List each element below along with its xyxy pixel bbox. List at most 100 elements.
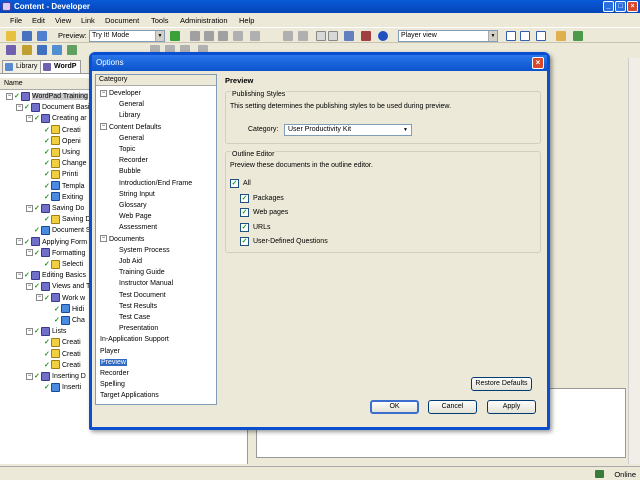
expand-icon[interactable] [316, 31, 326, 41]
layout-1-icon[interactable] [506, 31, 516, 41]
outline-tree-item[interactable]: ✓ Printi [36, 169, 78, 180]
menu-document[interactable]: Document [105, 16, 139, 25]
category-item[interactable]: Target Applications [100, 390, 159, 401]
outline-tree-item[interactable]: ✓ Creati [36, 360, 81, 371]
category-item[interactable]: System Process [119, 245, 170, 256]
outline-tree-item[interactable]: − ✓ Work w [36, 293, 85, 304]
category-item[interactable]: Presentation [119, 323, 158, 334]
outline-tree-item[interactable]: ✓ Templa [36, 181, 85, 192]
collapse-icon[interactable]: − [100, 123, 107, 131]
menu-help[interactable]: Help [239, 16, 254, 25]
category-item[interactable]: Spelling [100, 379, 125, 390]
category-item[interactable]: − Documents [100, 234, 144, 245]
category-item[interactable]: Training Guide [119, 267, 165, 278]
category-item[interactable]: Topic [119, 144, 135, 155]
outline-tree-item[interactable]: − ✓ Inserting D [26, 371, 86, 382]
restore-defaults-button[interactable]: Restore Defaults [471, 377, 532, 391]
outline-tree-item[interactable]: − ✓ Views and T [26, 281, 90, 292]
collapse-icon[interactable]: − [36, 294, 43, 302]
collapse-icon[interactable] [328, 31, 338, 41]
collapse-icon[interactable]: − [26, 249, 33, 257]
new-module-icon[interactable] [6, 45, 16, 55]
outline-tree-item[interactable]: ✓ Creati [36, 337, 81, 348]
delete-icon[interactable] [233, 31, 243, 41]
spelling-icon[interactable] [361, 31, 371, 41]
layout-2-icon[interactable] [520, 31, 530, 41]
new-section-icon[interactable] [22, 45, 32, 55]
category-item[interactable]: Assessment [119, 222, 157, 233]
collapse-icon[interactable]: − [16, 271, 23, 279]
outline-tree-item[interactable]: ✓ Creati [36, 349, 81, 360]
editor-scrollbar[interactable] [628, 58, 640, 464]
preview-mode-combo[interactable]: Try It! Mode ▼ [89, 30, 165, 42]
web-pages-checkbox[interactable]: ✓ [240, 208, 249, 217]
collapse-icon[interactable]: − [26, 327, 33, 335]
properties-icon[interactable] [250, 31, 260, 41]
save-icon[interactable] [22, 31, 32, 41]
category-item[interactable]: Recorder [119, 155, 148, 166]
view-mode-combo[interactable]: Player view ▼ [398, 30, 498, 42]
open-icon[interactable] [6, 31, 16, 41]
outline-tree-item[interactable]: − ✓ Applying Form [16, 237, 87, 248]
dialog-close-button[interactable]: × [532, 57, 544, 69]
collapse-icon[interactable]: − [26, 204, 33, 212]
outline-tree-item[interactable]: ✓ Selecti [36, 259, 83, 270]
category-item[interactable]: − Content Defaults [100, 122, 161, 133]
menu-administration[interactable]: Administration [180, 16, 228, 25]
outline-tree-item[interactable]: ✓ Exiting [36, 192, 83, 203]
outline-tree-item[interactable]: − ✓ Editing Basics [16, 270, 86, 281]
urls-checkbox[interactable]: ✓ [240, 223, 249, 232]
collapse-icon[interactable]: − [100, 235, 107, 243]
category-item[interactable]: Player [100, 346, 120, 357]
category-item[interactable]: Library [119, 110, 140, 121]
menu-link[interactable]: Link [81, 16, 95, 25]
outline-tree-item[interactable]: − ✓ Saving Do [26, 203, 84, 214]
record-icon[interactable] [67, 45, 77, 55]
category-item[interactable]: Web Page [119, 211, 152, 222]
find-icon[interactable] [344, 31, 354, 41]
collapse-icon[interactable]: − [26, 115, 33, 123]
outline-tree-item[interactable]: − ✓ WordPad Training [6, 91, 88, 102]
ok-button[interactable]: OK [370, 400, 419, 414]
outline-tree-item[interactable]: − ✓ Document Basi [16, 102, 89, 113]
outline-tree-item[interactable]: ✓ Openi [36, 136, 81, 147]
outline-tree-item[interactable]: − ✓ Creating ar [26, 113, 87, 124]
category-item[interactable]: General [119, 99, 144, 110]
category-item[interactable]: Recorder [100, 368, 129, 379]
category-item[interactable]: General [119, 133, 144, 144]
outline-tree-item[interactable]: ✓ Hidi [46, 304, 84, 315]
category-select[interactable]: User Productivity Kit ▼ [284, 124, 412, 136]
help-icon[interactable] [378, 31, 388, 41]
close-button[interactable]: × [627, 1, 638, 12]
category-item[interactable]: String Input [119, 189, 155, 200]
outline-tree-item[interactable]: ✓ Inserti [36, 382, 81, 393]
category-item[interactable]: Instructor Manual [119, 278, 173, 289]
packages-checkbox[interactable]: ✓ [240, 194, 249, 203]
apply-button[interactable]: Apply [487, 400, 536, 414]
outline-tree-item[interactable]: − ✓ Lists [26, 326, 66, 337]
cancel-button[interactable]: Cancel [428, 400, 477, 414]
tab-wordpad[interactable]: WordP [40, 60, 82, 73]
collapse-icon[interactable]: − [26, 372, 33, 380]
outline-tree-item[interactable]: ✓ Cha [46, 315, 85, 326]
publish-icon[interactable] [556, 31, 566, 41]
collapse-icon[interactable]: − [100, 89, 107, 97]
collapse-icon[interactable]: − [6, 92, 13, 100]
category-item[interactable]: Test Results [119, 301, 157, 312]
maximize-button[interactable]: □ [615, 1, 626, 12]
category-item[interactable]: Bubble [119, 166, 141, 177]
category-item[interactable]: Glossary [119, 200, 147, 211]
category-item[interactable]: Test Document [119, 290, 166, 301]
cut-icon[interactable] [190, 31, 200, 41]
category-item[interactable]: Test Case [119, 312, 150, 323]
undo-icon[interactable] [283, 31, 293, 41]
save-all-icon[interactable] [37, 31, 47, 41]
menu-file[interactable]: File [10, 16, 22, 25]
category-item[interactable]: In-Application Support [100, 334, 169, 345]
redo-icon[interactable] [298, 31, 308, 41]
copy-icon[interactable] [204, 31, 214, 41]
outline-tree-item[interactable]: ✓ Change [36, 158, 87, 169]
new-document-icon[interactable] [52, 45, 62, 55]
tab-library[interactable]: Library [2, 60, 43, 73]
menu-view[interactable]: View [55, 16, 71, 25]
